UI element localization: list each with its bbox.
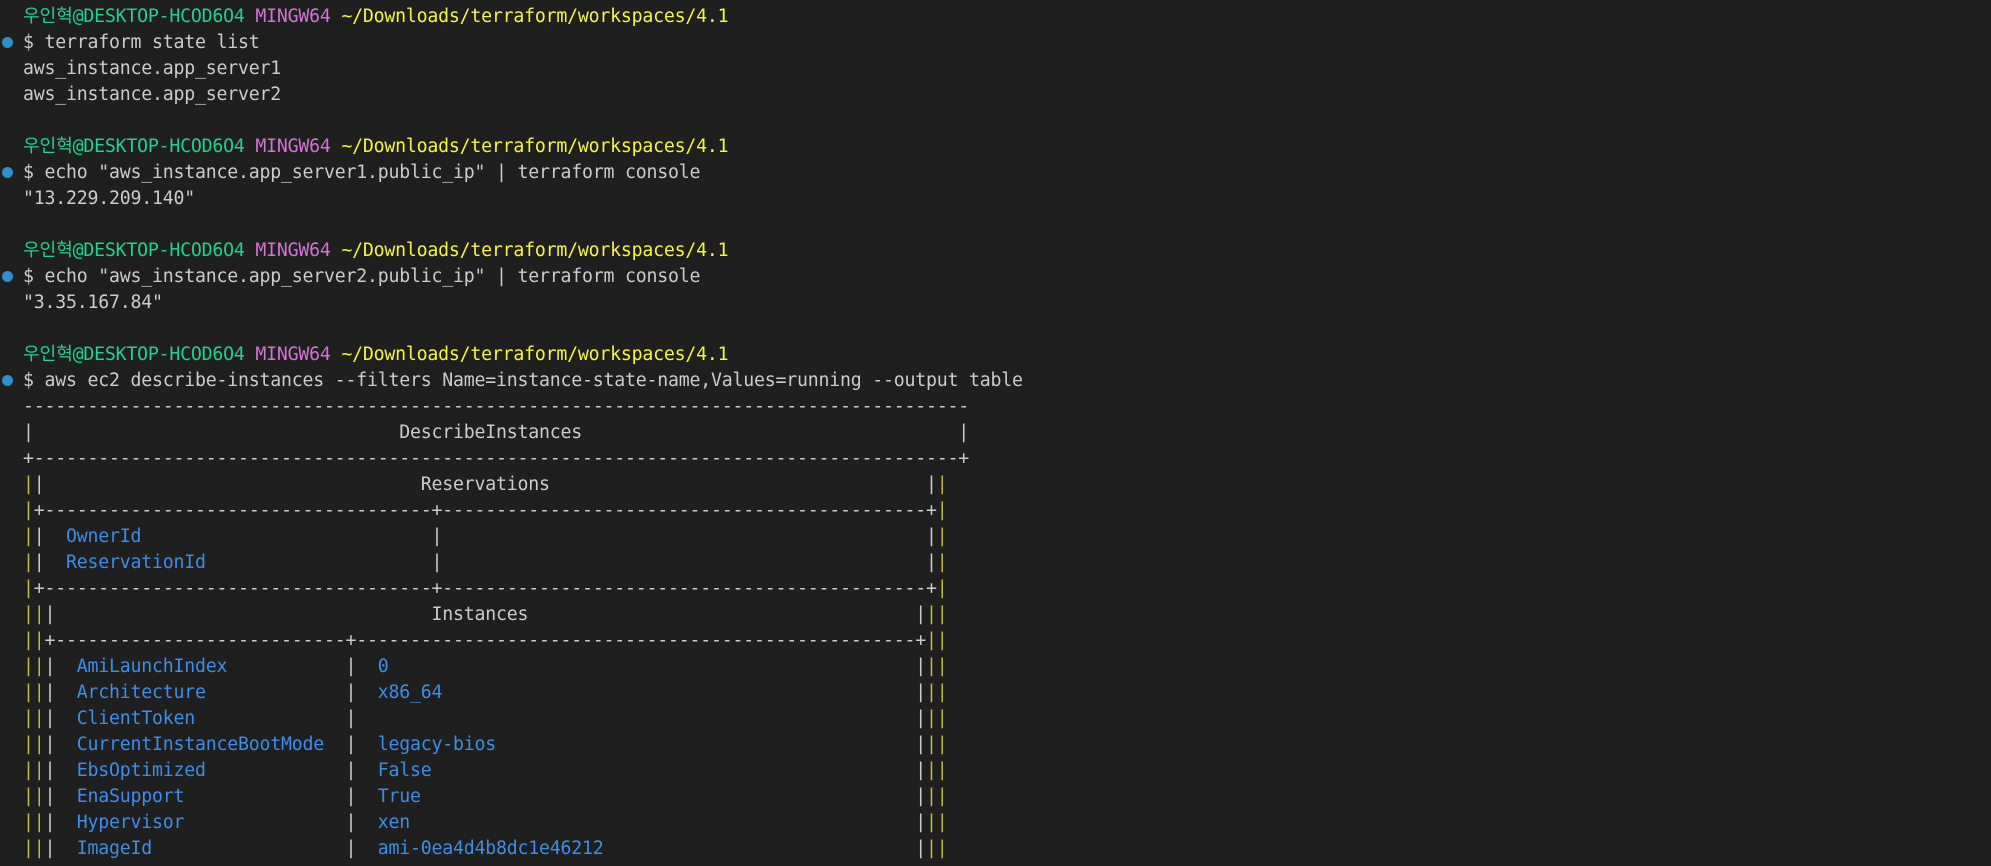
instances-title: ||| Instances ||| [23, 604, 948, 625]
prompt-user: 우인혁 [23, 136, 73, 157]
reservations-title: || Reservations || [23, 474, 948, 495]
command-decoration-icon[interactable] [2, 271, 13, 282]
table-border: ----------------------------------------… [23, 396, 969, 417]
table-row: || OwnerId | || [23, 526, 948, 547]
table-border: ||+---------------------------+---------… [23, 630, 948, 651]
prompt-path: ~/Downloads/terraform/workspaces/4.1 [341, 240, 729, 261]
prompt-system: MINGW64 [255, 344, 331, 365]
table-row: ||| EnaSupport | True ||| [23, 786, 948, 807]
output-line: "3.35.167.84" [23, 292, 163, 313]
table-border: |+------------------------------------+-… [23, 500, 948, 521]
prompt-host: @DESKTOP-HCOD6O4 [72, 344, 245, 365]
table-row: ||| ImageId | ami-0ea4d4b8dc1e46212 ||| [23, 838, 948, 859]
prompt-line: 우인혁@DESKTOP-HCOD6O4 MINGW64 ~/Downloads/… [23, 342, 729, 368]
output-line: aws_instance.app_server2 [23, 84, 281, 105]
prompt-user: 우인혁 [23, 6, 73, 27]
prompt-host: @DESKTOP-HCOD6O4 [72, 240, 245, 261]
prompt-path: ~/Downloads/terraform/workspaces/4.1 [341, 136, 729, 157]
command-line: $ echo "aws_instance.app_server2.public_… [23, 266, 701, 287]
prompt-user: 우인혁 [23, 344, 73, 365]
table-row: ||| Hypervisor | xen ||| [23, 812, 948, 833]
prompt-host: @DESKTOP-HCOD6O4 [72, 136, 245, 157]
command-decoration-icon[interactable] [2, 375, 13, 386]
prompt-path: ~/Downloads/terraform/workspaces/4.1 [341, 344, 729, 365]
table-border: +---------------------------------------… [23, 448, 969, 469]
prompt-system: MINGW64 [255, 240, 331, 261]
prompt-system: MINGW64 [255, 6, 331, 27]
prompt-path: ~/Downloads/terraform/workspaces/4.1 [341, 6, 729, 27]
output-line: aws_instance.app_server1 [23, 58, 281, 79]
prompt-user: 우인혁 [23, 240, 73, 261]
table-title: | DescribeInstances | [23, 422, 969, 443]
table-row: ||| CurrentInstanceBootMode | legacy-bio… [23, 734, 948, 755]
table-row: ||| ClientToken | ||| [23, 708, 948, 729]
command-decoration-icon[interactable] [2, 37, 13, 48]
table-row: ||| AmiLaunchIndex | 0 ||| [23, 656, 948, 677]
table-border: |+------------------------------------+-… [23, 578, 948, 599]
prompt-system: MINGW64 [255, 136, 331, 157]
prompt-host: @DESKTOP-HCOD6O4 [72, 6, 245, 27]
command-line: $ echo "aws_instance.app_server1.public_… [23, 162, 701, 183]
command-line: $ terraform state list [23, 32, 260, 53]
terminal-window[interactable]: 우인혁@DESKTOP-HCOD6O4 MINGW64 ~/Downloads/… [0, 0, 1991, 866]
prompt-line: 우인혁@DESKTOP-HCOD6O4 MINGW64 ~/Downloads/… [23, 134, 729, 160]
command-line: $ aws ec2 describe-instances --filters N… [23, 370, 1023, 391]
output-line: "13.229.209.140" [23, 188, 195, 209]
prompt-line: 우인혁@DESKTOP-HCOD6O4 MINGW64 ~/Downloads/… [23, 238, 729, 264]
table-row: || ReservationId | || [23, 552, 948, 573]
command-decoration-icon[interactable] [2, 167, 13, 178]
table-row: ||| Architecture | x86_64 ||| [23, 682, 948, 703]
table-row: ||| EbsOptimized | False ||| [23, 760, 948, 781]
prompt-line: 우인혁@DESKTOP-HCOD6O4 MINGW64 ~/Downloads/… [23, 4, 729, 30]
